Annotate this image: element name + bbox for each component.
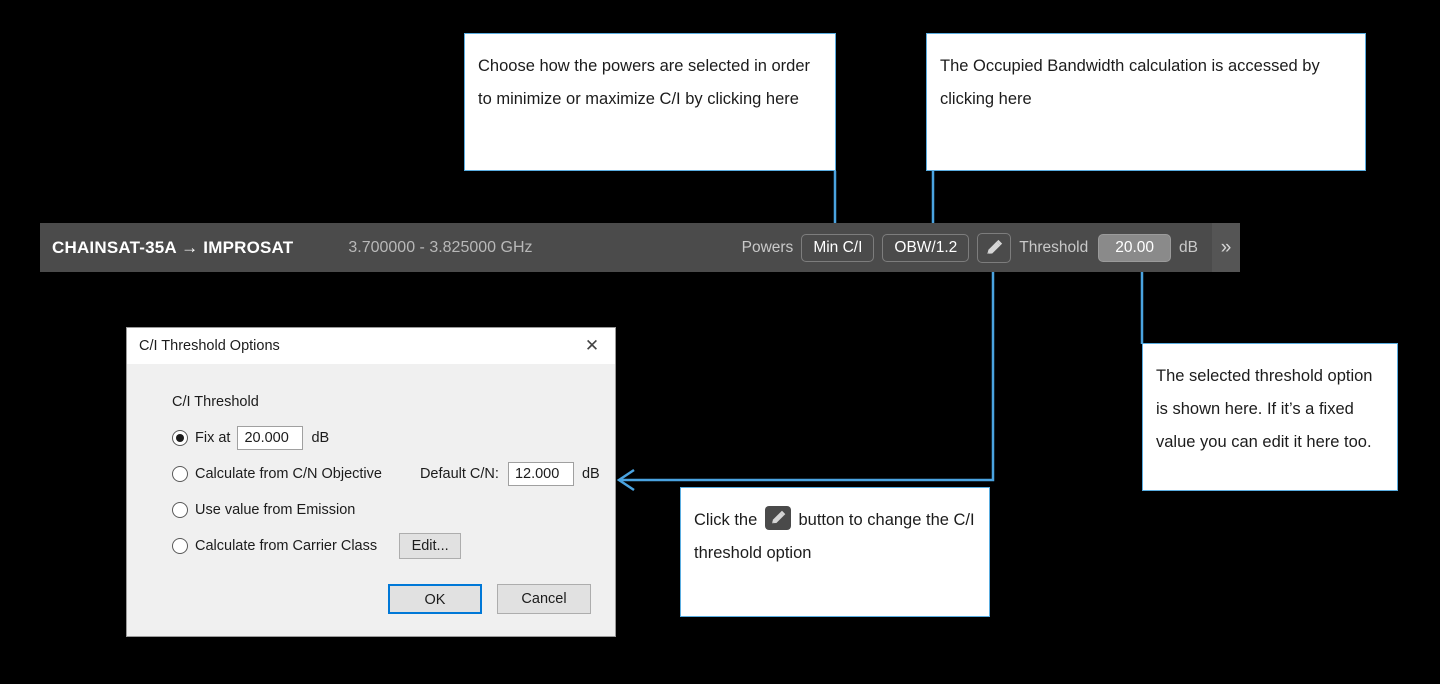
fix-at-unit: dB [311, 430, 330, 446]
dialog-titlebar: C/I Threshold Options ✕ [127, 328, 615, 364]
group-label: C/I Threshold [172, 394, 259, 410]
radio-calculate-from-carrier-class[interactable] [172, 538, 188, 554]
callout-powers: Choose how the powers are selected in or… [464, 33, 836, 171]
radio-fix-at[interactable] [172, 430, 188, 446]
obw-button[interactable]: OBW/1.2 [882, 233, 970, 262]
radio-label-calculate-from-carrier-class: Calculate from Carrier Class [195, 538, 378, 554]
threshold-unit: dB [1179, 238, 1198, 256]
callout-threshold-text: The selected threshold option is shown h… [1156, 367, 1373, 451]
dialog-title: C/I Threshold Options [139, 338, 280, 354]
default-cn-label: Default C/N: [419, 466, 499, 482]
option-row-calculate-cn: Calculate from C/N Objective Default C/N… [172, 462, 615, 486]
dialog-body: C/I Threshold Fix at 20.000 dB Calculate… [127, 364, 615, 559]
dialog-button-bar: OK Cancel [127, 584, 615, 614]
option-row-carrier-class: Calculate from Carrier Class Edit... [172, 533, 615, 559]
ci-threshold-options-dialog: C/I Threshold Options ✕ C/I Threshold Fi… [126, 327, 616, 637]
toolbar-controls: Powers Min C/I OBW/1.2 Threshold 20.00 d… [734, 223, 1240, 272]
threshold-label: Threshold [1019, 238, 1089, 256]
callout-powers-text: Choose how the powers are selected in or… [478, 57, 811, 108]
carrier-link-title: CHAINSAT-35A → IMPROSAT [52, 237, 294, 257]
default-cn-unit: dB [581, 466, 600, 482]
callout-pencil-text-before: Click the [694, 511, 758, 529]
threshold-value-field[interactable]: 20.00 [1098, 233, 1172, 262]
option-row-fix-at: Fix at 20.000 dB [172, 426, 615, 450]
fix-at-input[interactable]: 20.000 [237, 426, 304, 450]
callout-threshold: The selected threshold option is shown h… [1142, 343, 1398, 491]
powers-label: Powers [741, 238, 794, 256]
ok-button[interactable]: OK [388, 584, 482, 614]
radio-calculate-from-cn-objective[interactable] [172, 466, 188, 482]
callout-pencil-button: Click the button to change the C/I thres… [680, 487, 990, 617]
edit-threshold-pencil-button[interactable] [977, 232, 1012, 263]
radio-label-fix-at: Fix at [195, 430, 231, 446]
default-cn-input[interactable]: 12.000 [507, 462, 574, 486]
close-icon[interactable]: ✕ [579, 333, 605, 359]
radio-label-use-value-from-emission: Use value from Emission [195, 502, 356, 518]
option-row-use-emission: Use value from Emission [172, 499, 615, 521]
edit-button[interactable]: Edit... [399, 533, 462, 559]
frequency-range: 3.700000 - 3.825000 GHz [348, 238, 533, 256]
callout-obw: The Occupied Bandwidth calculation is ac… [926, 33, 1366, 171]
toolbar-overflow-chevron-icon[interactable]: » [1212, 223, 1240, 272]
pencil-icon [764, 506, 791, 530]
radio-label-calculate-from-cn-objective: Calculate from C/N Objective [195, 466, 382, 482]
callout-obw-text: The Occupied Bandwidth calculation is ac… [940, 57, 1320, 108]
radio-use-value-from-emission[interactable] [172, 502, 188, 518]
powers-mode-button[interactable]: Min C/I [801, 233, 875, 262]
cancel-button[interactable]: Cancel [497, 584, 591, 614]
carrier-toolbar: CHAINSAT-35A → IMPROSAT 3.700000 - 3.825… [40, 223, 1240, 272]
